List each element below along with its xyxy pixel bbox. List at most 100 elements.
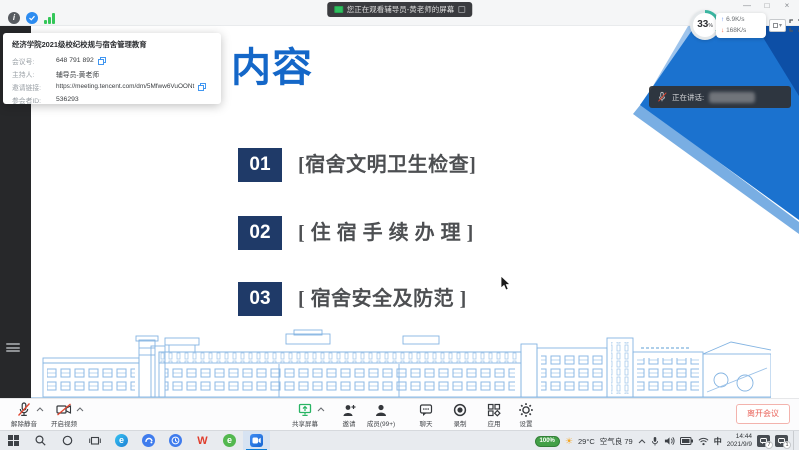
download-arrow-icon: ↓ — [721, 27, 724, 34]
cpu-percent-value: 33 — [697, 19, 708, 30]
row-label: 会议号: — [12, 56, 56, 66]
network-signal-icon[interactable] — [44, 12, 55, 24]
clock-app-icon — [169, 434, 182, 447]
hamburger-menu-icon[interactable] — [6, 343, 20, 354]
members-label: 成员(99+) — [359, 418, 403, 428]
network-speed-stats: ↑ 6.9K/s ↓ 168K/s — [716, 13, 766, 38]
weather-temp[interactable]: 29°C — [578, 437, 595, 446]
tray-expand-caret[interactable] — [638, 439, 646, 444]
maximize-button[interactable]: □ — [761, 0, 773, 12]
tray-wifi-icon[interactable] — [698, 437, 709, 446]
apps-grid-icon — [487, 403, 501, 417]
windows-taskbar: e W e — [0, 430, 799, 450]
close-button[interactable]: × — [781, 0, 793, 12]
search-button[interactable] — [27, 431, 54, 450]
members-icon — [374, 403, 388, 417]
pin-icon[interactable] — [458, 6, 465, 13]
weather-air-quality[interactable]: 空气良 79 — [600, 436, 633, 447]
start-button[interactable] — [0, 431, 27, 450]
host-row: 主持人: 辅导员-黄老师 — [12, 67, 212, 80]
slide-item-text: [ 住 宿 手 续 办 理 ] — [298, 216, 474, 250]
taskbar-app-blue[interactable] — [135, 431, 162, 450]
settings-button[interactable]: 设置 — [504, 402, 548, 428]
download-speed: 168K/s — [726, 27, 746, 34]
layout-view-button[interactable]: ▾ — [769, 19, 786, 32]
slide-item-number: 02 — [238, 216, 282, 250]
row-label: 参会者ID: — [12, 95, 56, 105]
fullscreen-button[interactable] — [789, 19, 799, 32]
leave-meeting-button[interactable]: 离开会议 — [736, 404, 790, 424]
tray-mic-icon[interactable] — [651, 436, 659, 447]
video-options-caret[interactable] — [76, 407, 84, 412]
start-video-label: 开启视频 — [42, 418, 86, 428]
tray-clock[interactable]: 14:44 2021/9/9 — [727, 433, 752, 449]
meeting-top-bar: i 您正在观看辅导员-黄老师的屏幕 — □ × — [0, 0, 799, 26]
gear-icon — [519, 403, 533, 417]
cortana-button[interactable] — [54, 431, 81, 450]
tencent-meeting-icon — [250, 434, 263, 447]
tray-time: 14:44 — [736, 433, 752, 440]
show-desktop-strip[interactable] — [793, 431, 796, 450]
upload-arrow-icon: ↑ — [721, 16, 724, 23]
speaking-label: 正在讲话: — [672, 92, 704, 103]
speaker-names-blurred — [709, 92, 755, 103]
invite-person-icon — [342, 403, 356, 417]
tray-message-icon-b[interactable]: 1 — [775, 435, 788, 447]
members-button[interactable]: 成员(99+) — [359, 402, 403, 428]
camera-off-icon — [56, 403, 72, 416]
blue-app-icon — [142, 434, 155, 447]
row-label: 邀请链接: — [12, 82, 56, 92]
battery-widget[interactable]: 100% — [535, 436, 560, 447]
invite-link-value[interactable]: https://meeting.tencent.com/dm/5Mfww6VuO… — [56, 83, 194, 90]
slide-item-text: [ 宿舍安全及防范 ] — [298, 282, 467, 316]
tray-message-icon-a[interactable]: 7 — [757, 435, 770, 447]
watching-notice-pill: 您正在观看辅导员-黄老师的屏幕 — [327, 2, 473, 17]
security-shield-icon[interactable] — [26, 12, 38, 24]
minimize-button[interactable]: — — [741, 0, 753, 12]
participant-id-value: 536293 — [56, 96, 79, 103]
slide-title: 内容 — [231, 46, 313, 90]
share-screen-button[interactable]: 共享屏幕 — [283, 402, 327, 428]
copy-icon[interactable] — [198, 83, 206, 91]
meeting-info-icon[interactable]: i — [8, 12, 20, 24]
participant-id-row: 参会者ID: 536293 — [12, 93, 212, 106]
start-video-button[interactable]: 开启视频 — [42, 402, 86, 428]
taskbar-app-wps[interactable]: W — [189, 431, 216, 450]
share-screen-icon — [298, 403, 312, 417]
watching-notice-text: 您正在观看辅导员-黄老师的屏幕 — [347, 4, 455, 15]
system-tray: 100% ☀ 29°C 空气良 79 中 — [535, 431, 796, 450]
muted-mic-icon — [17, 402, 31, 417]
meeting-id-row: 会议号: 648 791 892 — [12, 54, 212, 67]
meeting-info-popup: 经济学院2021级校纪校规与宿舍管理教育 会议号: 648 791 892 主持… — [3, 33, 221, 104]
share-options-caret[interactable] — [317, 407, 325, 412]
chat-icon — [419, 403, 433, 417]
tray-date: 2021/9/9 — [727, 441, 752, 448]
taskbar-app-meeting[interactable] — [243, 431, 270, 450]
taskbar-app-browser[interactable]: e — [216, 431, 243, 450]
tray-battery-icon[interactable] — [680, 437, 693, 445]
grid-view-icon — [773, 23, 778, 28]
settings-label: 设置 — [504, 418, 548, 428]
copy-icon[interactable] — [98, 57, 106, 65]
speaking-indicator: 正在讲话: — [649, 86, 791, 108]
mouse-cursor — [500, 276, 511, 291]
task-view-button[interactable] — [81, 431, 108, 450]
unmute-label: 解除静音 — [2, 418, 46, 428]
record-icon — [453, 403, 467, 417]
row-label: 主持人: — [12, 69, 56, 79]
taskbar-app-clock[interactable] — [162, 431, 189, 450]
taskbar-left: e W e — [0, 431, 270, 450]
caret-down-icon: ▾ — [779, 22, 782, 29]
meeting-title: 经济学院2021级校纪校规与宿舍管理教育 — [12, 39, 212, 50]
meeting-id-value: 648 791 892 — [56, 57, 94, 64]
weather-sun-icon: ☀ — [565, 436, 573, 446]
slide-item-number: 03 — [238, 282, 282, 316]
ime-indicator[interactable]: 中 — [714, 436, 722, 447]
badge-count: 7 — [765, 441, 773, 449]
screen-share-green-icon — [334, 6, 343, 13]
tray-volume-icon[interactable] — [664, 436, 675, 446]
upload-speed: 6.9K/s — [726, 16, 744, 23]
unmute-button[interactable]: 解除静音 — [2, 402, 46, 428]
slide-item-text: [宿舍文明卫生检查] — [298, 148, 476, 182]
taskbar-app-edge[interactable]: e — [108, 431, 135, 450]
